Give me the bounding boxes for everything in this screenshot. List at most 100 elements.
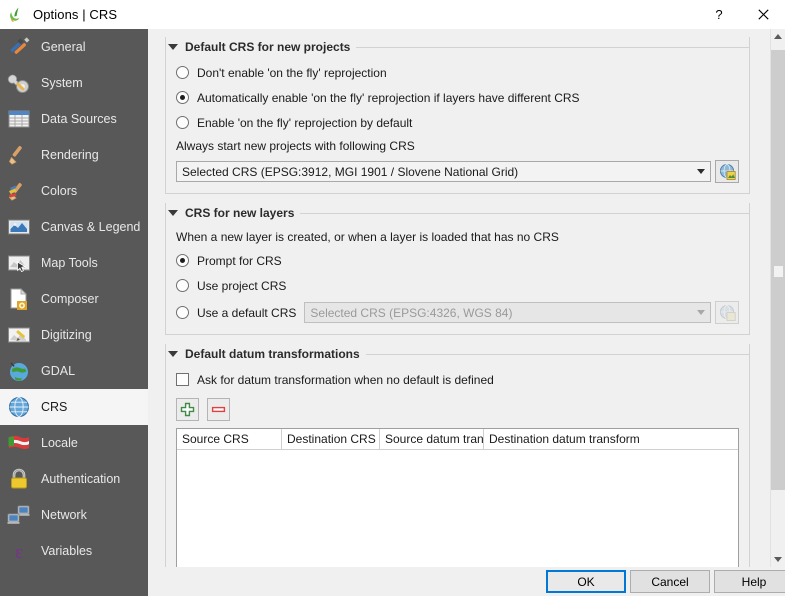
checkbox-ask-datum-transformation[interactable]: Ask for datum transformation when no def… [176,367,739,392]
sidebar-item-label: CRS [41,400,68,414]
sidebar-item-label: Map Tools [41,256,98,270]
sidebar-item-composer[interactable]: Composer [0,281,148,317]
epsilon-icon: ε [6,538,32,564]
window-title: Options | CRS [33,7,118,22]
sidebar-item-gdal[interactable]: GDAL [0,353,148,389]
sidebar-item-label: Data Sources [41,112,117,126]
datum-transform-table[interactable]: Source CRS Destination CRS Source datum … [176,428,739,567]
sidebar-item-label: Digitizing [41,328,92,342]
content-vertical-scrollbar[interactable] [770,29,785,567]
wrench-gear-icon [6,70,32,96]
radio-use-project-crs[interactable]: Use project CRS [176,273,739,298]
new-layers-description: When a new layer is created, or when a l… [176,230,559,244]
close-icon[interactable] [741,0,785,29]
group-new-layers-body: When a new layer is created, or when a l… [166,222,749,334]
group-new-layers-header[interactable]: CRS for new layers [166,203,749,222]
chevron-down-icon[interactable] [168,43,178,50]
sidebar-item-label: Rendering [41,148,99,162]
sidebar-item-crs[interactable]: CRS [0,389,148,425]
map-canvas-icon [6,214,32,240]
datum-toolbar [176,398,739,421]
column-header-destination-crs[interactable]: Destination CRS [282,429,380,449]
ok-button[interactable]: OK [546,570,626,593]
sidebar-item-digitizing[interactable]: Digitizing [0,317,148,353]
help-button[interactable]: Help [714,570,785,593]
sidebar-item-authentication[interactable]: Authentication [0,461,148,497]
column-header-source-datum-transform[interactable]: Source datum trans [380,429,484,449]
help-titlebar-button[interactable]: ? [697,0,741,29]
sidebar-item-network[interactable]: Network [0,497,148,533]
chevron-down-icon[interactable] [691,310,710,315]
sidebar-item-system[interactable]: System [0,65,148,101]
radio-auto-enable-otf[interactable]: Automatically enable 'on the fly' reproj… [176,85,739,110]
sidebar-item-locale[interactable]: Locale [0,425,148,461]
sidebar-item-colors[interactable]: Colors [0,173,148,209]
radio-indicator[interactable] [176,254,189,267]
svg-text:ε: ε [15,542,23,563]
project-crs-combo[interactable]: Selected CRS (EPSG:3912, MGI 1901 / Slov… [176,161,711,182]
radio-prompt-for-crs[interactable]: Prompt for CRS [176,248,739,273]
radio-label: Automatically enable 'on the fly' reproj… [197,90,580,105]
sidebar-item-label: General [41,40,86,54]
column-header-source-crs[interactable]: Source CRS [177,429,282,449]
pencil-map-icon [6,322,32,348]
options-dialog: Options | CRS ? General System Data Sour… [0,0,785,596]
radio-label: Prompt for CRS [197,253,282,268]
title-bar: Options | CRS ? [0,0,785,29]
default-layer-crs-combo[interactable]: Selected CRS (EPSG:4326, WGS 84) [304,302,711,323]
chevron-down-icon[interactable] [168,209,178,216]
radio-indicator[interactable] [176,116,189,129]
group-default-crs-header[interactable]: Default CRS for new projects [166,37,749,56]
checkbox-label: Ask for datum transformation when no def… [197,372,494,387]
options-content-inner: Default CRS for new projects Don't enabl… [165,37,750,567]
options-sidebar[interactable]: General System Data Sources Rendering Co… [0,29,148,596]
globe-wire-icon [6,394,32,420]
select-default-layer-crs-button[interactable] [715,301,739,324]
chevron-down-icon[interactable] [168,350,178,357]
select-project-crs-button[interactable] [715,160,739,183]
group-new-layers: CRS for new layers When a new layer is c… [165,203,750,335]
options-content-pane: Default CRS for new projects Don't enabl… [148,29,770,567]
sidebar-item-label: Variables [41,544,93,558]
page-gear-icon [6,286,32,312]
sidebar-item-variables[interactable]: ε Variables [0,533,148,569]
project-crs-combo-value: Selected CRS (EPSG:3912, MGI 1901 / Slov… [182,164,519,179]
scroll-up-button[interactable] [771,29,785,44]
checkbox-indicator[interactable] [176,373,189,386]
group-datum-header[interactable]: Default datum transformations [166,344,749,363]
group-default-crs: Default CRS for new projects Don't enabl… [165,37,750,194]
scrollbar-grip [774,266,783,277]
chevron-down-icon [774,557,782,562]
scrollbar-track[interactable] [771,44,785,552]
sidebar-item-label: GDAL [41,364,76,378]
dialog-button-bar: OK Cancel Help [148,567,785,596]
sidebar-item-canvas-legend[interactable]: Canvas & Legend [0,209,148,245]
group-datum-body: Ask for datum transformation when no def… [166,363,749,567]
table-grid-icon [6,106,32,132]
cancel-button[interactable]: Cancel [630,570,710,593]
remove-datum-transform-button[interactable] [207,398,230,421]
chevron-up-icon [774,34,782,39]
column-header-destination-datum-transform[interactable]: Destination datum transform [484,429,738,449]
sidebar-item-general[interactable]: General [0,29,148,65]
radio-indicator[interactable] [176,279,189,292]
sidebar-item-rendering[interactable]: Rendering [0,137,148,173]
scroll-down-button[interactable] [771,552,785,567]
always-start-label: Always start new projects with following… [176,139,415,153]
radio-use-default-crs-label: Use a default CRS [197,305,297,320]
color-brush-icon [6,178,32,204]
sidebar-item-data-sources[interactable]: Data Sources [0,101,148,137]
plus-green-icon [180,402,195,417]
sidebar-item-map-tools[interactable]: Map Tools [0,245,148,281]
sidebar-bottom-filler [0,567,148,596]
radio-use-default-crs-indicator[interactable] [176,306,189,319]
group-default-crs-body: Don't enable 'on the fly' reprojection A… [166,56,749,193]
radio-dont-enable-otf[interactable]: Don't enable 'on the fly' reprojection [176,60,739,85]
radio-indicator[interactable] [176,66,189,79]
add-datum-transform-button[interactable] [176,398,199,421]
group-datum-transformations: Default datum transformations Ask for da… [165,344,750,567]
hammer-screwdriver-icon [6,34,32,60]
radio-enable-otf-default[interactable]: Enable 'on the fly' reprojection by defa… [176,110,739,135]
radio-indicator[interactable] [176,91,189,104]
chevron-down-icon[interactable] [691,169,710,174]
